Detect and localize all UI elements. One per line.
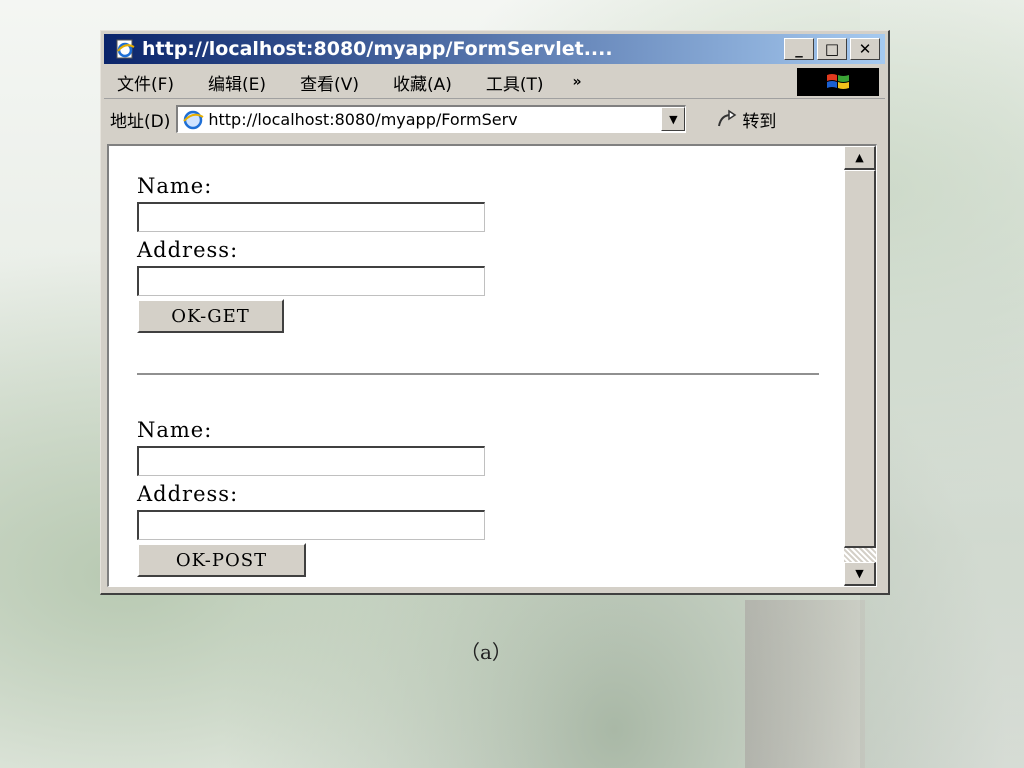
maximize-button[interactable]: □ [817, 38, 847, 60]
address-label: 地址(D) [110, 111, 171, 132]
windows-logo-icon [797, 68, 879, 96]
menu-file[interactable]: 文件(F) [104, 70, 187, 95]
ie-page-icon [114, 38, 136, 60]
figure-caption: （a） [460, 640, 512, 664]
ie-globe-icon [182, 109, 204, 131]
address-dropdown-button[interactable]: ▼ [661, 107, 686, 131]
page-content: Name: Address: OK-GET Name: Address: OK-… [107, 144, 877, 587]
go-button[interactable]: 转到 [716, 107, 776, 132]
go-label: 转到 [742, 111, 777, 132]
menu-bar: 文件(F) 编辑(E) 查看(V) 收藏(A) 工具(T) » [104, 66, 885, 99]
scroll-up-arrow-icon: ▲ [855, 151, 864, 164]
address-bar: 地址(D) http://localhost:8080/myapp/FormSe… [104, 102, 885, 136]
menu-overflow-chevron-icon[interactable]: » [573, 74, 582, 90]
horizontal-rule [137, 373, 819, 375]
ok-get-button[interactable]: OK-GET [137, 299, 284, 333]
address-input[interactable]: http://localhost:8080/myapp/FormServ ▼ [176, 105, 687, 133]
scroll-thumb[interactable] [844, 170, 876, 548]
scroll-down-arrow-icon: ▼ [855, 567, 864, 580]
close-button[interactable]: ✕ [850, 38, 880, 60]
post-name-label: Name: [137, 418, 213, 442]
post-address-input[interactable] [137, 510, 485, 540]
get-address-input[interactable] [137, 266, 485, 296]
get-name-input[interactable] [137, 202, 485, 232]
go-arrow-icon [716, 109, 738, 129]
get-address-label: Address: [137, 238, 239, 262]
scroll-down-button[interactable]: ▼ [844, 562, 876, 586]
dropdown-arrow-icon: ▼ [669, 112, 678, 126]
menu-tools[interactable]: 工具(T) [473, 70, 557, 95]
menu-favorites[interactable]: 收藏(A) [380, 70, 465, 95]
scroll-track[interactable] [844, 548, 876, 562]
background-tower [745, 600, 865, 768]
menu-edit[interactable]: 编辑(E) [195, 70, 279, 95]
get-name-label: Name: [137, 174, 213, 198]
post-name-input[interactable] [137, 446, 485, 476]
title-bar[interactable]: http://localhost:8080/myapp/FormServlet.… [104, 34, 885, 64]
post-address-label: Address: [137, 482, 239, 506]
ok-post-button[interactable]: OK-POST [137, 543, 306, 577]
address-url: http://localhost:8080/myapp/FormServ [208, 110, 518, 129]
window-title: http://localhost:8080/myapp/FormServlet.… [142, 38, 613, 60]
menu-view[interactable]: 查看(V) [287, 70, 372, 95]
vertical-scrollbar[interactable]: ▲ ▼ [844, 146, 876, 586]
page-viewport: Name: Address: OK-GET Name: Address: OK-… [109, 146, 842, 586]
browser-window: http://localhost:8080/myapp/FormServlet.… [100, 30, 890, 595]
minimize-button[interactable]: _ [784, 38, 814, 60]
scroll-up-button[interactable]: ▲ [844, 146, 876, 170]
